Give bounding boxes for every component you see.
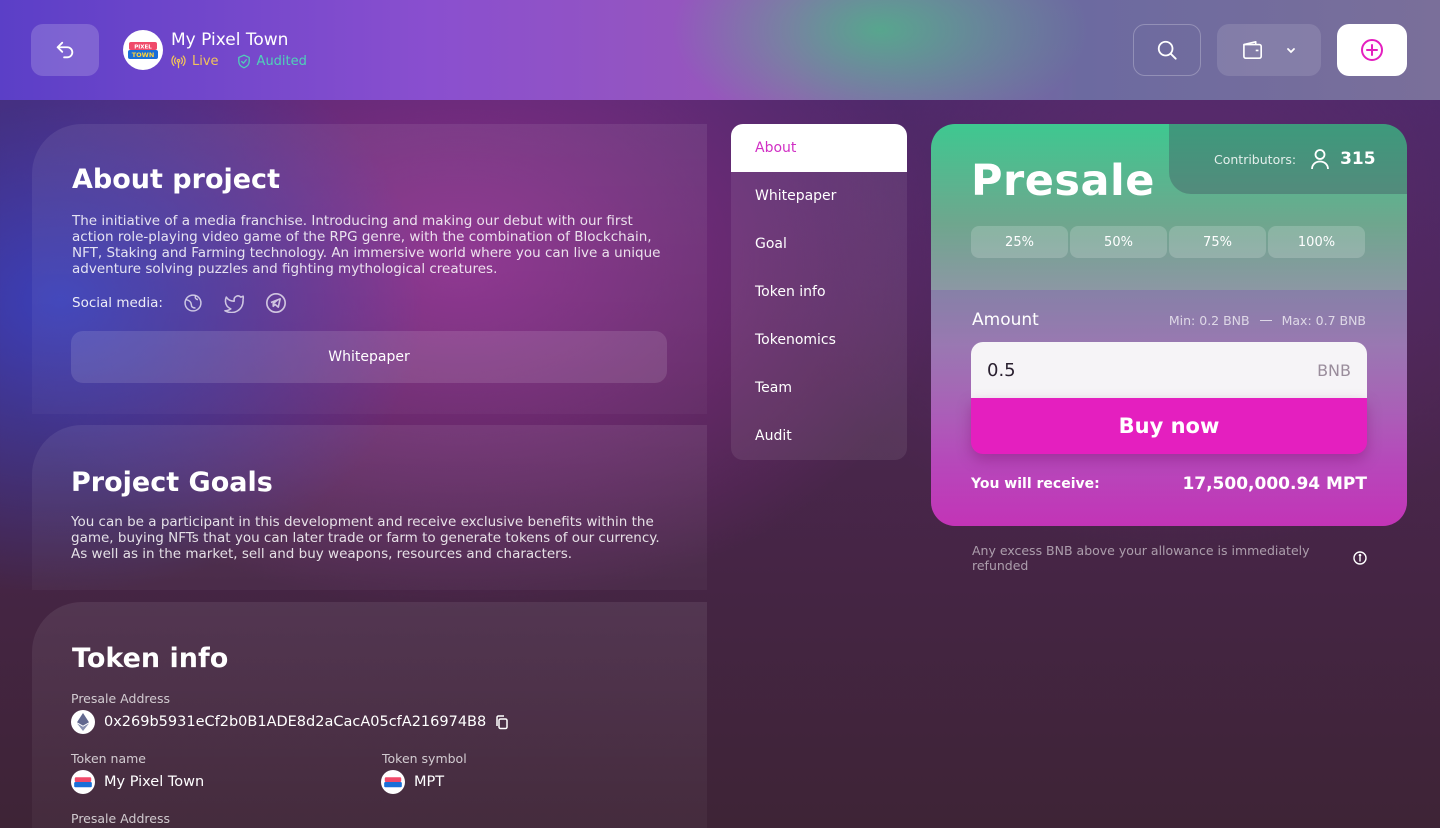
wallet-button[interactable]: [1217, 24, 1321, 76]
nav-item-about[interactable]: About: [731, 124, 907, 172]
percent-100-button[interactable]: 100%: [1268, 226, 1365, 258]
undo-icon: [54, 39, 76, 61]
globe-icon[interactable]: [183, 293, 203, 313]
shield-check-icon: [237, 54, 251, 69]
token-info-card: Token info Presale Address 0x269b5931eCf…: [32, 602, 707, 828]
goals-title: Project Goals: [71, 467, 273, 498]
receive-row: You will receive: 17,500,000.94 MPT: [971, 474, 1367, 494]
min-limit: Min: 0.2 BNB: [1168, 313, 1250, 328]
buy-now-button[interactable]: Buy now: [971, 398, 1367, 454]
presale-address-value: 0x269b5931eCf2b0B1ADE8d2aCacA05cfA216974…: [104, 714, 487, 730]
add-button[interactable]: [1337, 24, 1407, 76]
receive-value: 17,500,000.94 MPT: [1182, 474, 1367, 494]
twitter-icon[interactable]: [223, 293, 245, 313]
nav-item-whitepaper[interactable]: Whitepaper: [731, 172, 907, 220]
nav-item-token-info[interactable]: Token info: [731, 268, 907, 316]
project-logo: PIXEL TOWN: [123, 30, 163, 70]
svg-text:TOWN: TOWN: [132, 51, 155, 59]
ethereum-icon: [71, 710, 95, 734]
amount-input[interactable]: 0.5 BNB: [971, 342, 1367, 398]
percent-25-button[interactable]: 25%: [971, 226, 1068, 258]
token-symbol-logo-icon: [381, 770, 405, 794]
token-symbol-value: MPT: [414, 774, 445, 790]
plus-circle-icon: [1360, 38, 1384, 62]
social-media-label: Social media:: [72, 295, 163, 311]
back-button[interactable]: [31, 24, 99, 76]
presale-title: Presale: [971, 156, 1155, 206]
amount-limits: Min: 0.2 BNB Max: 0.7 BNB: [1169, 313, 1366, 328]
percent-75-button[interactable]: 75%: [1169, 226, 1266, 258]
whitepaper-button[interactable]: Whitepaper: [71, 331, 667, 383]
nav-item-goal[interactable]: Goal: [731, 220, 907, 268]
audited-status: Audited: [237, 54, 307, 69]
presale-address-row: 0x269b5931eCf2b0B1ADE8d2aCacA05cfA216974…: [71, 710, 509, 734]
about-description: The initiative of a media franchise. Int…: [72, 213, 661, 277]
app-title: My Pixel Town: [171, 30, 289, 50]
presale-address-label: Presale Address: [71, 691, 170, 706]
token-logo-icon: [71, 770, 95, 794]
goals-description: You can be a participant in this develop…: [71, 514, 660, 562]
token-name-value: My Pixel Town: [104, 774, 205, 790]
chevron-down-icon: [1286, 47, 1296, 54]
search-icon: [1156, 39, 1178, 61]
svg-text:PIXEL: PIXEL: [134, 45, 152, 51]
info-icon[interactable]: [1353, 551, 1367, 565]
status-row: Live Audited: [171, 54, 307, 69]
token-name-label: Token name: [71, 751, 146, 766]
social-media-row: Social media:: [72, 292, 287, 314]
live-label: Live: [192, 54, 219, 69]
token-symbol-label: Token symbol: [382, 751, 467, 766]
about-card: About project The initiative of a media …: [32, 124, 707, 414]
search-button[interactable]: [1133, 24, 1201, 76]
section-nav: About Whitepaper Goal Token info Tokenom…: [731, 124, 907, 460]
nav-item-team[interactable]: Team: [731, 364, 907, 412]
max-limit: Max: 0.7 BNB: [1281, 313, 1366, 328]
wallet-icon: [1242, 40, 1264, 60]
token-info-title: Token info: [72, 643, 229, 674]
receive-label: You will receive:: [971, 476, 1100, 492]
amount-label: Amount: [972, 310, 1039, 330]
top-bar: PIXEL TOWN My Pixel Town Live Audited: [0, 0, 1440, 100]
copy-icon[interactable]: [495, 714, 509, 730]
telegram-icon[interactable]: [265, 292, 287, 314]
token-name-row: My Pixel Town: [71, 770, 204, 794]
amount-unit: BNB: [1317, 360, 1351, 380]
refund-note: Any excess BNB above your allowance is i…: [972, 543, 1310, 573]
percent-buttons: 25% 50% 75% 100%: [971, 226, 1365, 258]
user-icon: [1310, 148, 1330, 170]
nav-item-audit[interactable]: Audit: [731, 412, 907, 460]
presale-panel: Contributors: 315 Presale 25% 50% 75% 10…: [931, 124, 1407, 526]
contributors-box: Contributors: 315: [1169, 124, 1407, 194]
about-title: About project: [72, 164, 280, 195]
broadcast-icon: [171, 54, 186, 69]
amount-value: 0.5: [987, 359, 1016, 381]
contributors-count: 315: [1340, 149, 1376, 169]
presale-address-label-2: Presale Address: [71, 811, 170, 826]
goals-card: Project Goals You can be a participant i…: [32, 425, 707, 590]
nav-item-tokenomics[interactable]: Tokenomics: [731, 316, 907, 364]
limit-divider: [1259, 320, 1272, 321]
contributors-label: Contributors:: [1214, 151, 1297, 167]
token-symbol-row: MPT: [381, 770, 444, 794]
percent-50-button[interactable]: 50%: [1070, 226, 1167, 258]
refund-note-row: Any excess BNB above your allowance is i…: [972, 543, 1367, 573]
live-status: Live: [171, 54, 219, 69]
audited-label: Audited: [256, 54, 307, 69]
